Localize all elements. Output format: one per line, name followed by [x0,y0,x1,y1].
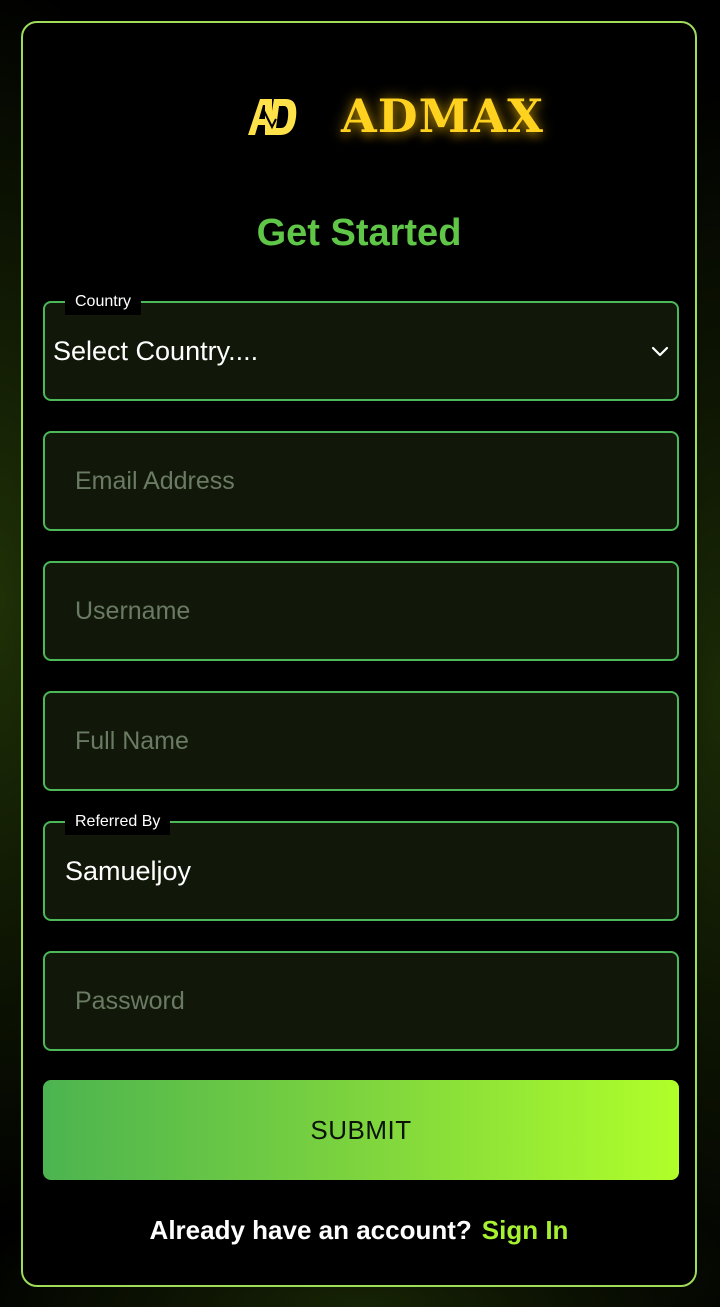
chevron-down-icon [651,346,669,357]
signin-prompt: Already have an account? Sign In [23,1213,695,1247]
username-placeholder: Username [75,597,191,625]
email-placeholder: Email Address [75,467,235,495]
sign-in-link[interactable]: Sign In [482,1215,569,1245]
email-field[interactable]: Email Address [43,431,679,531]
username-field[interactable]: Username [43,561,679,661]
country-select[interactable]: Country Select Country.... [43,291,679,401]
full-name-field[interactable]: Full Name [43,691,679,791]
signin-question: Already have an account? [149,1215,472,1245]
password-placeholder: Password [75,987,185,1015]
country-selected-value: Select Country.... [53,336,259,366]
submit-button[interactable]: SUBMIT [43,1080,679,1180]
referred-by-field[interactable]: Referred By Samueljoy [43,811,679,921]
full-name-placeholder: Full Name [75,727,189,755]
brand-logo: ADMAX [23,93,695,153]
signup-card: ADMAX Get Started Country Select Country… [21,21,697,1287]
password-field[interactable]: Password [43,951,679,1051]
admax-logo-mark-icon [248,99,297,135]
page-title: Get Started [256,212,462,254]
referred-by-value: Samueljoy [65,856,192,886]
brand-name: ADMAX [341,89,544,143]
